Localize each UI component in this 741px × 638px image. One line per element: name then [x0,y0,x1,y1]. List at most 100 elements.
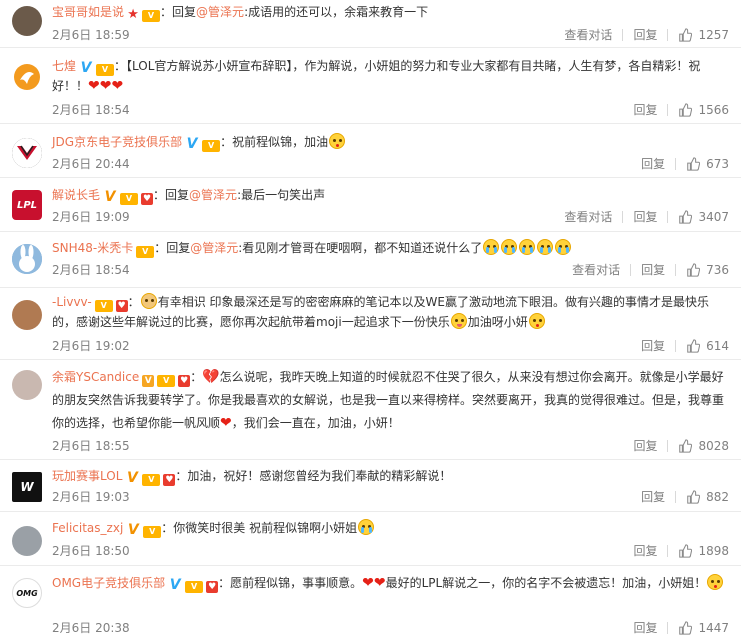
comment-meta: 2月6日 18:54 查看对话 回复 736 [52,260,729,280]
view-chat-link[interactable]: 查看对话 [564,25,612,45]
comment-time: 2月6日 18:54 [52,103,130,117]
avatar[interactable]: W [12,472,42,502]
jdg-logo-icon [12,138,42,168]
user-nick[interactable]: SNH48-米秃卡 [52,241,133,255]
reply-button[interactable]: 回复 [633,436,657,456]
like-button[interactable]: 882 [686,487,729,507]
like-button[interactable]: 614 [686,336,729,356]
verified-v-icon: V [125,470,140,486]
like-count: 673 [706,157,729,171]
fan-badge-icon: V [96,64,115,76]
crying-face-emoji-icon [483,239,500,255]
mention-link[interactable]: @管泽元 [196,5,244,19]
view-chat-link[interactable]: 查看对话 [572,260,620,280]
comment-meta: 2月6日 18:54 回复 1566 [52,100,729,120]
like-count: 1257 [698,28,729,42]
like-button[interactable]: 3407 [678,207,729,227]
comment-actions: 回复 8028 [633,436,729,456]
comment-body: 七煌 V V ：【LOL官方解说苏小妍宣布辞职】，作为解说，小妍姐的努力和专业大家都有… [52,56,729,96]
like-count: 1898 [698,544,729,558]
view-chat-link[interactable]: 查看对话 [564,207,612,227]
reply-button[interactable]: 回复 [633,25,657,45]
comment-body: SNH48-米秃卡 V ：回复@管泽元:看见刚才管哥在哽咽啊，都不知道还说什么了 [52,238,729,258]
comment-text: ：愿前程似锦，事事顺意。 [218,576,363,590]
comment-body: JDG京东电子竞技俱乐部 V V ：祝前程似锦，加油 [52,132,729,152]
reply-button[interactable]: 回复 [641,154,665,174]
reply-button[interactable]: 回复 [633,541,657,561]
thumbs-up-icon [679,439,693,453]
reply-label: 回复 [166,241,191,255]
like-button[interactable]: 1257 [678,25,729,45]
user-nick[interactable]: 余霜YSCandice [52,370,139,384]
avatar[interactable] [12,244,42,274]
comment-meta: 2月6日 20:38 回复 1447 [52,618,729,638]
avatar[interactable] [12,300,42,330]
like-button[interactable]: 1566 [678,100,729,120]
kiss-face-emoji-icon [329,133,346,149]
comment-body: 余霜YSCandice V V ♥ ：💔怎么说呢，我昨天晚上知道的时候就忍不住哭了很久，… [52,369,725,431]
thumbs-up-icon [687,157,701,171]
user-nick[interactable]: Felicitas_zxj [52,521,123,535]
verified-v-icon: V [126,522,141,538]
reply-button[interactable]: 回复 [641,336,665,356]
kiss-face-emoji-icon [528,313,545,329]
user-nick[interactable]: 玩加赛事LOL [52,469,122,483]
thumbs-up-icon [679,28,693,42]
fan-badge-icon: V [142,474,161,486]
avatar[interactable] [12,526,42,556]
comment-text: :看见刚才管哥在哽咽啊，都不知道还说什么了 [238,241,483,255]
user-nick[interactable]: 解说长毛 [52,188,100,202]
thumbs-up-icon [679,621,693,635]
comment-text-2: 加油呀小妍 [467,315,528,329]
fan-badge-icon: V [120,193,139,205]
comment-list: 宝哥哥如是说 ★ V ：回复@管泽元:成语用的还可以，余霜来教育一下 2月6日 18:… [0,0,741,638]
heart-emoji-icon: ❤ [362,575,374,591]
comment-item: LPL 解说长毛 V V ♥ ：回复@管泽元:最后一句笑出声 2月6日 19:09 查看… [0,178,741,232]
avatar[interactable] [12,138,42,168]
user-nick[interactable]: OMG电子竞技俱乐部 [52,576,165,590]
mention-link[interactable]: @管泽元 [189,188,237,202]
broken-heart-emoji-icon: 💔 [202,369,220,385]
user-nick[interactable]: 七煌 [52,59,76,73]
like-count: 3407 [698,210,729,224]
comment-actions: 回复 614 [641,336,729,356]
avatar[interactable]: LPL [12,190,42,220]
avatar[interactable] [12,6,42,36]
comment-time: 2月6日 19:02 [52,339,130,353]
comment-meta: 2月6日 19:09 查看对话 回复 3407 [52,207,729,227]
crying-face-emoji-icon [555,239,572,255]
user-nick[interactable]: 宝哥哥如是说 [52,5,124,19]
reply-button[interactable]: 回复 [633,618,657,638]
reply-button[interactable]: 回复 [633,207,657,227]
avatar[interactable] [12,62,42,92]
like-button[interactable]: 1447 [678,618,729,638]
mention-link[interactable]: @管泽元 [190,241,238,255]
comment-actions: 回复 673 [641,154,729,174]
like-button[interactable]: 673 [686,154,729,174]
comment-body: 宝哥哥如是说 ★ V ：回复@管泽元:成语用的还可以，余霜来教育一下 [52,5,429,22]
reply-button[interactable]: 回复 [641,487,665,507]
like-count: 882 [706,490,729,504]
like-button[interactable]: 736 [686,260,729,280]
comment-body: OMG电子竞技俱乐部 V V ♥ ：愿前程似锦，事事顺意。❤❤最好的LPL解说之一，你的… [52,572,729,594]
like-count: 1447 [698,621,729,635]
comment-body: 解说长毛 V V ♥ ：回复@管泽元:最后一句笑出声 [52,188,326,205]
comment-item: 宝哥哥如是说 ★ V ：回复@管泽元:成语用的还可以，余霜来教育一下 2月6日 18:… [0,0,741,48]
comment-text: :最后一句笑出声 [237,188,326,202]
verified-v-icon: V [185,136,200,152]
comment-meta: 2月6日 19:02 回复 614 [52,336,729,356]
comment-text: ：你微笑时很美 祝前程似锦啊小妍姐 [161,521,358,535]
like-button[interactable]: 1898 [678,541,729,561]
comment-body: Felicitas_zxj V V ：你微笑时很美 祝前程似锦啊小妍姐 [52,518,729,538]
user-nick[interactable]: JDG京东电子竞技俱乐部 [52,135,182,149]
comment-meta: 2月6日 19:03 回复 882 [52,487,729,507]
avatar[interactable] [12,370,42,400]
verified-v-icon: V [79,60,94,76]
user-nick[interactable]: -Livvv- [52,295,92,309]
heart-emoji-icon: ❤ [111,78,124,94]
like-button[interactable]: 8028 [678,436,729,456]
comment-time: 2月6日 20:44 [52,157,130,171]
avatar[interactable]: OMG [12,578,42,608]
reply-button[interactable]: 回复 [641,260,665,280]
reply-button[interactable]: 回复 [633,100,657,120]
